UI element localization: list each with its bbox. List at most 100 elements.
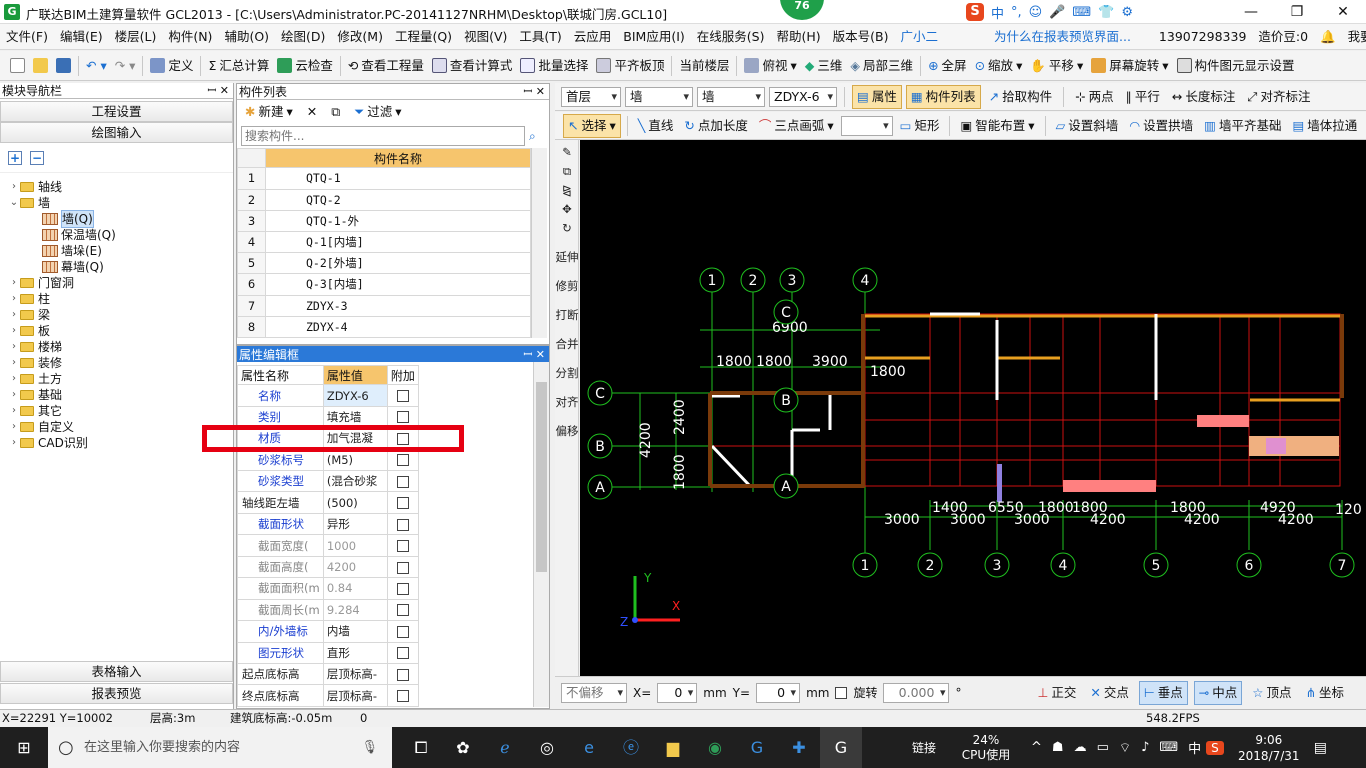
undo-icon[interactable]: ↶ ▾: [82, 54, 111, 78]
tree-item[interactable]: 墙垛(E): [0, 243, 233, 259]
help-tip-link[interactable]: 为什么在报表预览界面...: [988, 24, 1137, 50]
arc-mode-select[interactable]: [840, 115, 893, 136]
expand-arrow-icon[interactable]: ›: [8, 275, 20, 291]
project-settings-button[interactable]: 工程设置: [0, 101, 233, 122]
glodon-app-icon[interactable]: G: [820, 727, 862, 768]
slope-wall-button[interactable]: ▱ 设置斜墙: [1052, 114, 1123, 138]
ime-settings-icon[interactable]: ⚙: [1121, 5, 1133, 20]
tray-people-icon[interactable]: ☗: [1047, 740, 1069, 755]
ie-icon[interactable]: ⓔ: [610, 727, 652, 768]
component-list-scrollbar[interactable]: [531, 148, 547, 338]
link-label[interactable]: 链接: [902, 739, 946, 756]
menu-modify[interactable]: 修改(M): [331, 24, 389, 50]
menu-file[interactable]: 文件(F): [0, 24, 54, 50]
property-value[interactable]: (500): [322, 491, 388, 514]
align-dim-button[interactable]: ⤢ 对齐标注: [1243, 85, 1314, 109]
property-row[interactable]: 终点底标高 层顶标高-: [237, 684, 420, 707]
component-row[interactable]: 3 QTQ-1-外: [237, 209, 531, 232]
component-row[interactable]: 8 ZDYX-4: [237, 315, 531, 339]
vtool-button[interactable]: 偏移: [555, 425, 579, 438]
menu-online[interactable]: 在线服务(S): [691, 24, 771, 50]
vtool-button[interactable]: 打断: [555, 309, 579, 322]
minimize-button[interactable]: —: [1228, 0, 1274, 24]
move-icon[interactable]: ✥: [555, 203, 579, 216]
new-file-icon[interactable]: [6, 54, 29, 78]
expand-arrow-icon[interactable]: ›: [8, 387, 20, 403]
coordinate-snap[interactable]: ⋔ 坐标: [1302, 681, 1349, 705]
input-lang[interactable]: 中: [1183, 738, 1206, 757]
property-value[interactable]: (混合砂浆: [322, 470, 388, 493]
tree-item[interactable]: › 楼梯: [0, 339, 233, 355]
tree-item[interactable]: › 轴线: [0, 179, 233, 195]
property-extra-checkbox[interactable]: [396, 540, 409, 553]
component-row[interactable]: 1 QTQ-1: [237, 167, 531, 190]
property-value[interactable]: 层顶标高-: [322, 662, 388, 686]
tree-item[interactable]: 幕墙(Q): [0, 259, 233, 275]
menu-edit[interactable]: 编辑(E): [54, 24, 109, 50]
property-row[interactable]: 截面宽度(1000: [237, 534, 420, 557]
table-input-button[interactable]: 表格输入: [0, 661, 233, 682]
collapse-arrow-icon[interactable]: ⌄: [8, 195, 20, 211]
expand-arrow-icon[interactable]: ›: [8, 339, 20, 355]
menu-cloud[interactable]: 云应用: [568, 24, 618, 50]
property-extra-checkbox[interactable]: [396, 604, 409, 617]
property-scrollbar[interactable]: [533, 362, 549, 707]
search-icon[interactable]: ⌕: [529, 129, 545, 144]
file-explorer-icon[interactable]: ▆: [652, 727, 694, 768]
expand-arrow-icon[interactable]: ›: [8, 307, 20, 323]
restore-button[interactable]: ❐: [1274, 0, 1320, 24]
component-row[interactable]: 5 Q-2[外墙]: [237, 252, 531, 275]
pick-component-button[interactable]: ↗ 拾取构件: [985, 85, 1057, 109]
three-point-arc-button[interactable]: ⌒ 三点画弧 ▾: [755, 114, 838, 138]
windows-start-icon[interactable]: ⊞: [0, 727, 48, 768]
property-row[interactable]: 内/外墙标 内墙: [237, 620, 420, 643]
menu-assistant[interactable]: 广小二: [894, 24, 944, 50]
delete-component-icon[interactable]: ✕: [303, 100, 321, 124]
menu-help[interactable]: 帮助(H): [770, 24, 826, 50]
define-button[interactable]: 定义: [146, 54, 197, 78]
property-value[interactable]: ZDYX-6: [322, 384, 388, 407]
vtool-button[interactable]: 修剪: [555, 280, 579, 293]
ime-punct-icon[interactable]: °,: [1011, 5, 1022, 20]
wall-through-button[interactable]: ▤ 墙体拉通: [1288, 114, 1361, 138]
offset-select[interactable]: 不偏移: [561, 682, 627, 703]
battery-icon[interactable]: ▭: [1092, 740, 1114, 755]
ime-lang[interactable]: 中: [991, 3, 1004, 22]
y-input[interactable]: 0: [756, 682, 801, 703]
brush-icon[interactable]: ✎: [555, 146, 579, 159]
property-row[interactable]: 截面面积(m 0.84: [237, 577, 420, 600]
property-value[interactable]: (M5): [322, 448, 388, 472]
ime-emoji-icon[interactable]: ☺: [1029, 5, 1043, 20]
drawing-canvas[interactable]: 6900 1800 1800 3900 1800 4200 2400 1800 3000 3000…: [580, 140, 1366, 676]
tree-item[interactable]: 保温墙(Q): [0, 227, 233, 243]
drawing-input-button[interactable]: 绘图输入: [0, 122, 233, 143]
property-extra-checkbox[interactable]: [396, 582, 409, 595]
open-folder-icon[interactable]: [29, 54, 52, 78]
rotate-checkbox[interactable]: [835, 686, 848, 699]
property-value[interactable]: 1000: [322, 534, 388, 557]
property-extra-checkbox[interactable]: [396, 454, 409, 467]
mic-icon[interactable]: 🎙: [361, 727, 378, 768]
menu-draw[interactable]: 绘图(D): [275, 24, 331, 50]
batch-select-button[interactable]: 批量选择: [516, 54, 592, 78]
rectangle-button[interactable]: ▭ 矩形: [896, 114, 944, 138]
pin-close-icon[interactable]: ꟷ ✕: [207, 83, 233, 99]
bell-icon[interactable]: 🔔: [1314, 24, 1342, 50]
property-row[interactable]: 轴线距左墙 (500): [237, 491, 420, 514]
menu-floor[interactable]: 楼层(L): [109, 24, 163, 50]
property-value[interactable]: 直形: [322, 641, 388, 664]
tree-item[interactable]: › 板: [0, 323, 233, 339]
property-row[interactable]: 砂浆标号 (M5): [237, 448, 420, 472]
property-extra-checkbox[interactable]: [396, 475, 409, 488]
expand-arrow-icon[interactable]: ›: [8, 419, 20, 435]
floor-select[interactable]: 首层: [561, 86, 621, 107]
parallel-button[interactable]: ∥ 平行: [1122, 85, 1164, 109]
expand-arrow-icon[interactable]: ›: [8, 291, 20, 307]
tree-item[interactable]: › 门窗洞: [0, 275, 233, 291]
property-row[interactable]: 截面周长(m 9.284: [237, 598, 420, 622]
property-value[interactable]: 异形: [322, 512, 388, 536]
expand-arrow-icon[interactable]: ›: [8, 179, 20, 195]
sogou-tray-icon[interactable]: S: [1206, 740, 1224, 755]
vertex-snap[interactable]: ☆ 顶点: [1248, 681, 1295, 705]
current-floor-button[interactable]: 当前楼层: [675, 54, 733, 78]
